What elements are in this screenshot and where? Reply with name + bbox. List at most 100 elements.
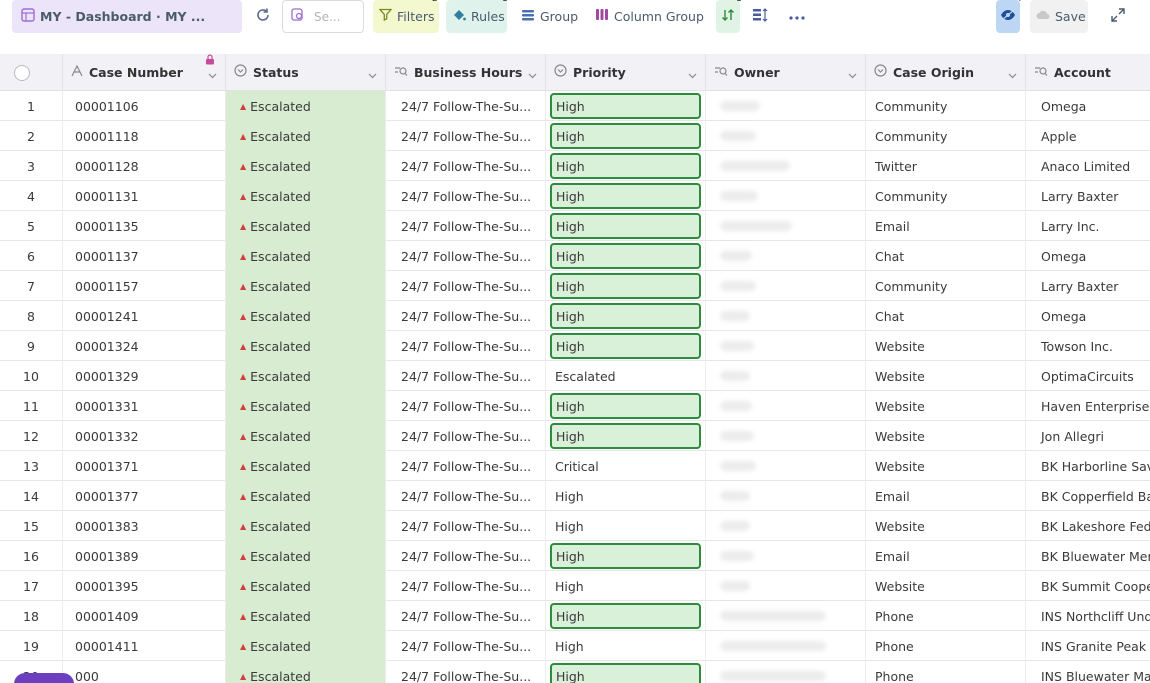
business-hours-cell[interactable]: 24/7 Follow-The-Su... xyxy=(386,151,546,181)
status-cell[interactable]: ▲ Escalated xyxy=(226,301,386,331)
status-cell[interactable]: ▲ Escalated xyxy=(226,121,386,151)
case-origin-cell[interactable]: Community xyxy=(866,121,1026,151)
case-number-cell[interactable]: 00001409 xyxy=(63,601,226,631)
table-row[interactable]: 10 00001329 ▲ Escalated 24/7 Follow-The-Su..… xyxy=(0,361,1150,391)
business-hours-cell[interactable]: 24/7 Follow-The-Su... xyxy=(386,241,546,271)
status-cell[interactable]: ▲ Escalated xyxy=(226,511,386,541)
case-origin-cell[interactable]: Website xyxy=(866,571,1026,601)
status-cell[interactable]: ▲ Escalated xyxy=(226,421,386,451)
case-origin-cell[interactable]: Twitter xyxy=(866,151,1026,181)
header-priority[interactable]: Priority xyxy=(546,54,706,91)
refresh-button[interactable] xyxy=(250,0,276,33)
column-group-button[interactable]: Column Group xyxy=(592,0,705,33)
account-cell[interactable]: BK Harborline Savi xyxy=(1026,451,1150,481)
table-row[interactable]: 7 00001157 ▲ Escalated 24/7 Follow-The-Su...… xyxy=(0,271,1150,301)
account-cell[interactable]: BK Summit Coope xyxy=(1026,571,1150,601)
account-cell[interactable]: Anaco Limited xyxy=(1026,151,1150,181)
rules-button[interactable]: Rules 1 xyxy=(446,0,508,33)
table-row[interactable]: 4 00001131 ▲ Escalated 24/7 Follow-The-Su...… xyxy=(0,181,1150,211)
account-cell[interactable]: BK Copperfield Ba xyxy=(1026,481,1150,511)
owner-cell[interactable] xyxy=(706,451,866,481)
business-hours-cell[interactable]: 24/7 Follow-The-Su... xyxy=(386,361,546,391)
owner-cell[interactable] xyxy=(706,331,866,361)
status-cell[interactable]: ▲ Escalated xyxy=(226,541,386,571)
case-number-cell[interactable]: 00001135 xyxy=(63,211,226,241)
business-hours-cell[interactable]: 24/7 Follow-The-Su... xyxy=(386,301,546,331)
case-number-cell[interactable]: 00001395 xyxy=(63,571,226,601)
priority-cell[interactable]: High xyxy=(546,121,706,151)
account-cell[interactable]: Larry Inc. xyxy=(1026,211,1150,241)
case-origin-cell[interactable]: Chat xyxy=(866,241,1026,271)
owner-cell[interactable] xyxy=(706,631,866,661)
owner-cell[interactable] xyxy=(706,301,866,331)
table-row[interactable]: 12 00001332 ▲ Escalated 24/7 Follow-The-Su..… xyxy=(0,421,1150,451)
priority-cell[interactable]: High xyxy=(546,301,706,331)
priority-cell[interactable]: High xyxy=(546,601,706,631)
case-number-cell[interactable]: 00001389 xyxy=(63,541,226,571)
owner-cell[interactable] xyxy=(706,91,866,121)
account-cell[interactable]: INS Bluewater Mar xyxy=(1026,661,1150,683)
table-row[interactable]: 17 00001395 ▲ Escalated 24/7 Follow-The-Su..… xyxy=(0,571,1150,601)
business-hours-cell[interactable]: 24/7 Follow-The-Su... xyxy=(386,211,546,241)
business-hours-cell[interactable]: 24/7 Follow-The-Su... xyxy=(386,511,546,541)
business-hours-cell[interactable]: 24/7 Follow-The-Su... xyxy=(386,271,546,301)
priority-cell[interactable]: High xyxy=(546,391,706,421)
case-origin-cell[interactable]: Email xyxy=(866,211,1026,241)
priority-cell[interactable]: High xyxy=(546,481,706,511)
table-row[interactable]: 20000▲Escalated24/7 Follow-The-Su...High… xyxy=(0,661,1150,683)
account-cell[interactable]: INS Granite Peak A xyxy=(1026,631,1150,661)
status-cell[interactable]: ▲ Escalated xyxy=(226,331,386,361)
header-account[interactable]: Account xyxy=(1026,54,1150,91)
table-row[interactable]: 19 00001411 ▲ Escalated 24/7 Follow-The-Su..… xyxy=(0,631,1150,661)
chevron-down-icon[interactable] xyxy=(208,68,217,83)
account-cell[interactable]: BK Bluewater Merc xyxy=(1026,541,1150,571)
business-hours-cell[interactable]: 24/7 Follow-The-Su... xyxy=(386,601,546,631)
case-number-cell[interactable]: 00001157 xyxy=(63,271,226,301)
owner-cell[interactable] xyxy=(706,421,866,451)
case-origin-cell[interactable]: Website xyxy=(866,511,1026,541)
owner-cell[interactable] xyxy=(706,541,866,571)
chevron-down-icon[interactable] xyxy=(528,68,537,83)
business-hours-cell[interactable]: 24/7 Follow-The-Su... xyxy=(386,331,546,361)
floating-action-button[interactable] xyxy=(14,673,74,683)
case-origin-cell[interactable]: Chat xyxy=(866,301,1026,331)
account-cell[interactable]: Jon Allegri xyxy=(1026,421,1150,451)
search-box[interactable]: Se... xyxy=(282,0,364,33)
header-business-hours[interactable]: Business Hours xyxy=(386,54,546,91)
priority-cell[interactable]: High xyxy=(546,241,706,271)
table-row[interactable]: 18 00001409 ▲ Escalated 24/7 Follow-The-Su..… xyxy=(0,601,1150,631)
business-hours-cell[interactable]: 24/7 Follow-The-Su... xyxy=(386,421,546,451)
header-case-number[interactable]: Case Number xyxy=(63,54,226,91)
account-cell[interactable]: INS Northcliff Unde xyxy=(1026,601,1150,631)
case-number-cell[interactable]: 00001118 xyxy=(63,121,226,151)
header-status[interactable]: Status xyxy=(226,54,386,91)
status-cell[interactable]: ▲ Escalated xyxy=(226,391,386,421)
priority-cell[interactable]: High xyxy=(546,661,706,683)
case-number-cell[interactable]: 000 xyxy=(63,661,226,683)
select-all-checkbox[interactable] xyxy=(14,64,30,81)
fullscreen-button[interactable] xyxy=(1106,0,1130,33)
save-button[interactable]: Save xyxy=(1030,0,1088,33)
hide-fields-button[interactable]: 4 xyxy=(996,0,1022,33)
priority-cell[interactable]: High xyxy=(546,571,706,601)
table-row[interactable]: 1 00001106 ▲ Escalated 24/7 Follow-The-Su...… xyxy=(0,91,1150,121)
case-origin-cell[interactable]: Community xyxy=(866,181,1026,211)
owner-cell[interactable] xyxy=(706,181,866,211)
table-row[interactable]: 16 00001389 ▲ Escalated 24/7 Follow-The-Su..… xyxy=(0,541,1150,571)
owner-cell[interactable] xyxy=(706,391,866,421)
table-row[interactable]: 5 00001135 ▲ Escalated 24/7 Follow-The-Su...… xyxy=(0,211,1150,241)
business-hours-cell[interactable]: 24/7 Follow-The-Su... xyxy=(386,391,546,421)
owner-cell[interactable] xyxy=(706,241,866,271)
account-cell[interactable]: Towson Inc. xyxy=(1026,331,1150,361)
case-origin-cell[interactable]: Community xyxy=(866,91,1026,121)
status-cell[interactable]: ▲ Escalated xyxy=(226,91,386,121)
table-row[interactable]: 15 00001383 ▲ Escalated 24/7 Follow-The-Su..… xyxy=(0,511,1150,541)
account-cell[interactable]: Larry Baxter xyxy=(1026,181,1150,211)
case-origin-cell[interactable]: Community xyxy=(866,271,1026,301)
case-number-cell[interactable]: 00001331 xyxy=(63,391,226,421)
case-origin-cell[interactable]: Website xyxy=(866,331,1026,361)
priority-cell[interactable]: High xyxy=(546,631,706,661)
table-row[interactable]: 13 00001371 ▲ Escalated 24/7 Follow-The-Su..… xyxy=(0,451,1150,481)
business-hours-cell[interactable]: 24/7 Follow-The-Su... xyxy=(386,661,546,683)
case-number-cell[interactable]: 00001106 xyxy=(63,91,226,121)
